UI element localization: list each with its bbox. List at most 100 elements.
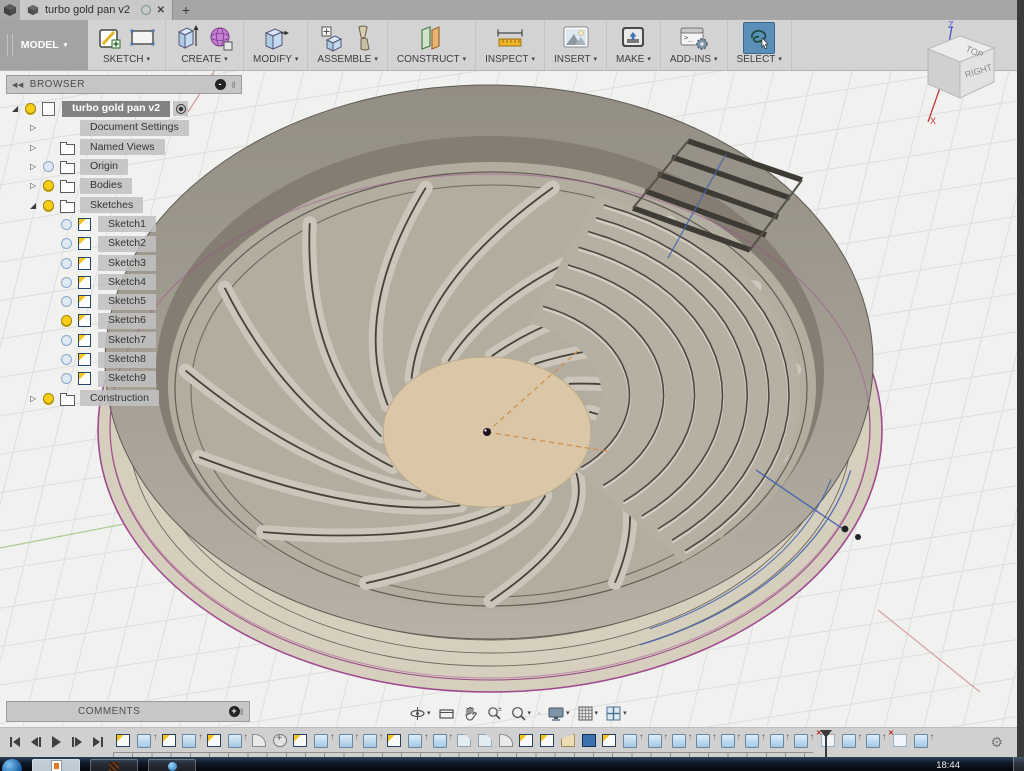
timeline-feature-icon[interactable] [648, 734, 662, 748]
timeline-settings-gear-icon[interactable]: ⚙ [990, 734, 1003, 751]
create-sketch-icon[interactable] [97, 25, 123, 51]
expand-arrow-icon[interactable] [30, 394, 43, 403]
visibility-bulb-icon[interactable] [43, 180, 54, 191]
visibility-bulb-icon[interactable] [25, 103, 36, 114]
panel-grip[interactable]: ‖ [240, 707, 244, 717]
timeline-feature-icon[interactable] [387, 734, 401, 747]
insert-image-icon[interactable] [562, 25, 590, 51]
browser-row[interactable]: Document Settings [6, 118, 242, 137]
browser-header[interactable]: ◀◀ BROWSER - ‖ [6, 75, 242, 94]
timeline-feature-icon[interactable] [745, 734, 759, 748]
timeline-feature-icon[interactable] [794, 734, 808, 748]
timeline-feature-icon[interactable] [561, 734, 575, 747]
form-sphere-icon[interactable] [208, 24, 234, 52]
expand-arrow-icon[interactable] [30, 181, 43, 190]
timeline-feature-icon[interactable] [696, 734, 710, 748]
orbit-button[interactable]: ▾ [407, 704, 433, 723]
timeline-feature-icon[interactable] [582, 734, 596, 747]
timeline-feature-icon[interactable] [116, 734, 130, 747]
timeline-feature-icon[interactable] [182, 734, 196, 748]
timeline-feature-icon[interactable] [866, 734, 880, 748]
visibility-bulb-icon[interactable] [61, 335, 72, 346]
expand-arrow-icon[interactable] [30, 143, 43, 152]
visibility-bulb-icon[interactable] [61, 373, 72, 384]
visibility-bulb-icon[interactable] [43, 161, 54, 172]
browser-row[interactable]: Sketch2 [6, 234, 242, 253]
visibility-bulb-icon[interactable] [43, 200, 54, 211]
toolbar-group-select[interactable]: SELECT▾ [728, 20, 792, 70]
show-desktop-button[interactable] [1013, 757, 1024, 771]
display-settings-button[interactable]: ▾ [545, 704, 572, 723]
play-button[interactable] [52, 736, 61, 748]
workspace-switcher[interactable]: MODEL ▾ [0, 20, 88, 70]
browser-row[interactable]: Sketch3 [6, 253, 242, 272]
go-to-start-button[interactable] [10, 737, 20, 747]
browser-item-label[interactable]: Sketch6 [98, 313, 156, 329]
visibility-bulb-icon[interactable] [61, 277, 72, 288]
timeline-feature-icon[interactable] [540, 734, 554, 747]
browser-item-label[interactable]: Sketch9 [98, 371, 156, 387]
fusion-app-icon[interactable] [0, 0, 20, 20]
timeline-playhead[interactable] [820, 730, 832, 757]
browser-item-label[interactable]: Origin [80, 159, 128, 175]
browser-item-label[interactable]: Document Settings [80, 120, 189, 136]
browser-item-label[interactable]: Sketch4 [98, 274, 156, 290]
timeline-feature-icon[interactable] [162, 734, 176, 747]
visibility-bulb-icon[interactable] [61, 238, 72, 249]
start-button[interactable] [2, 759, 22, 771]
new-assembly-icon[interactable] [319, 24, 347, 52]
expand-arrow-icon[interactable] [30, 123, 43, 132]
browser-item-label[interactable]: Named Views [80, 139, 165, 155]
toolbar-group-insert[interactable]: INSERT▾ [545, 20, 607, 70]
browser-item-label[interactable]: Sketch1 [98, 216, 156, 232]
timeline-feature-icon[interactable] [252, 734, 266, 747]
activate-component-radio[interactable] [173, 101, 188, 116]
sketch-rectangle-icon[interactable] [130, 28, 156, 48]
tab-close-icon[interactable]: ✕ [157, 5, 165, 16]
expand-arrow-icon[interactable] [12, 104, 25, 113]
browser-row[interactable]: Sketch4 [6, 273, 242, 292]
comments-panel[interactable]: COMMENTS + ‖ [6, 701, 250, 722]
visibility-bulb-icon[interactable] [61, 315, 72, 326]
timeline-feature-icon[interactable] [137, 734, 151, 748]
toolbar-group-modify[interactable]: MODIFY▾ [244, 20, 308, 70]
toolbar-group-inspect[interactable]: INSPECT▾ [476, 20, 545, 70]
timeline-feature-icon[interactable] [339, 734, 353, 748]
fit-button[interactable]: ▾ [508, 704, 534, 723]
timeline-feature-icon[interactable] [314, 734, 328, 748]
toolbar-group-create[interactable]: CREATE▾ [166, 20, 244, 70]
expand-arrow-icon[interactable] [30, 162, 43, 171]
browser-row[interactable]: Sketches [6, 195, 242, 214]
browser-row[interactable]: Sketch9 [6, 369, 242, 388]
timeline-feature-icon[interactable] [842, 734, 856, 748]
browser-row[interactable]: Bodies [6, 176, 242, 195]
timeline-feature-icon[interactable] [672, 734, 686, 748]
browser-item-label[interactable]: Sketch2 [98, 236, 156, 252]
grid-display-button[interactable]: ▾ [575, 704, 601, 723]
construction-plane-icon[interactable] [417, 24, 445, 52]
timeline-feature-icon[interactable] [207, 734, 221, 747]
timeline-feature-icon[interactable] [914, 734, 928, 748]
new-tab-button[interactable]: + [173, 0, 199, 20]
measure-icon[interactable] [495, 26, 525, 50]
expand-arrow-icon[interactable] [30, 201, 43, 210]
timeline-feature-icon[interactable] [770, 734, 784, 748]
toolbar-group-construct[interactable]: CONSTRUCT▾ [388, 20, 476, 70]
browser-row[interactable]: Named Views [6, 138, 242, 157]
pan-button[interactable] [460, 704, 481, 723]
timeline-feature-icon[interactable] [293, 734, 307, 747]
collapse-all-icon[interactable]: - [215, 79, 226, 90]
visibility-bulb-icon[interactable] [61, 296, 72, 307]
toolbar-group-addins[interactable]: >_ ADD-INS▾ [661, 20, 728, 70]
timeline-feature-icon[interactable] [363, 734, 377, 748]
3d-print-icon[interactable] [619, 25, 647, 51]
new-component-icon[interactable] [175, 24, 201, 52]
timeline-feature-icon[interactable] [519, 734, 533, 747]
scripts-addins-icon[interactable]: >_ [679, 25, 709, 51]
panel-grip[interactable]: ‖ [232, 80, 236, 90]
browser-row[interactable]: Sketch6 [6, 311, 242, 330]
browser-item-label[interactable]: Sketch3 [98, 255, 156, 271]
timeline-feature-icon[interactable] [478, 734, 492, 747]
taskbar-app-2[interactable] [90, 759, 138, 771]
toolbar-group-assemble[interactable]: ASSEMBLE▾ [308, 20, 387, 70]
